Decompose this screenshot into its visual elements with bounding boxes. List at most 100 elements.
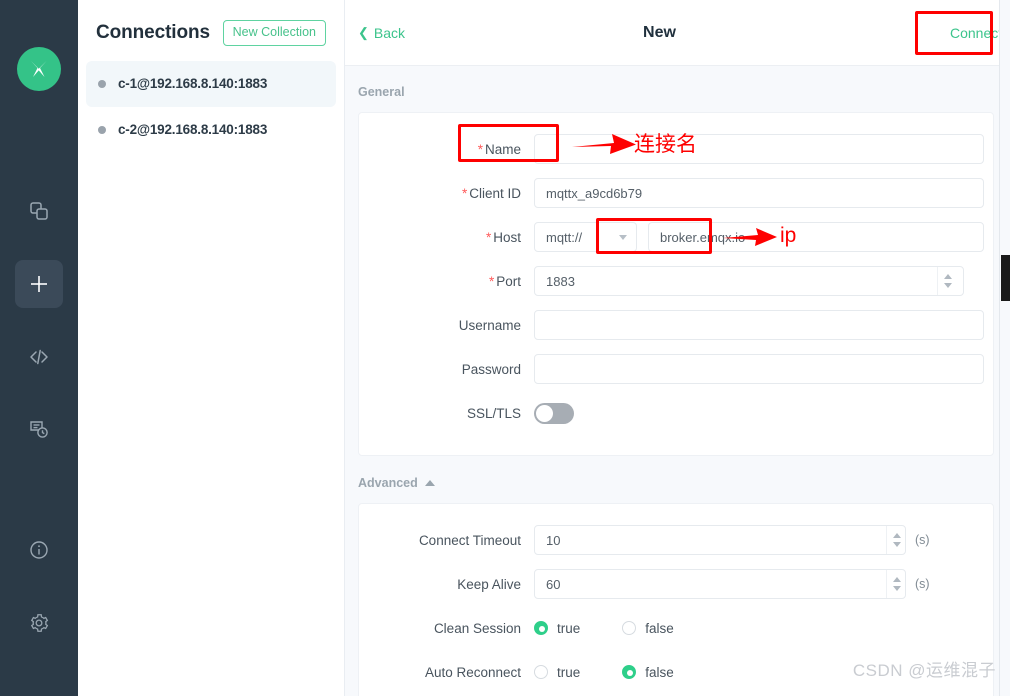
field-row-password: Password (359, 347, 993, 391)
port-stepper[interactable] (937, 267, 957, 295)
advanced-card: Connect Timeout (s) Keep Alive (358, 503, 994, 696)
sidebar-item-log[interactable] (15, 406, 63, 454)
annotation-arrow-name (572, 134, 636, 154)
ssl-tls-label: SSL/TLS (466, 405, 521, 421)
required-marker: * (485, 229, 492, 245)
mqttx-window: Connections New Collection c-1@192.168.8… (0, 0, 1010, 696)
host-protocol-value: mqtt:// (546, 229, 583, 245)
log-history-icon (28, 419, 50, 441)
gear-icon (28, 612, 50, 634)
chevron-left-icon: ❮ (358, 25, 369, 40)
clean-session-true-radio[interactable]: true (534, 621, 580, 636)
general-section-label: General (358, 85, 405, 99)
field-row-username: Username (359, 303, 993, 347)
keep-alive-unit: (s) (915, 577, 930, 591)
back-label: Back (373, 24, 406, 41)
connections-icon (28, 200, 50, 222)
chevron-down-icon (619, 234, 627, 240)
connect-timeout-label: Connect Timeout (418, 532, 521, 548)
main-panel: ❮ Back New Connect General * Name * Clie… (345, 0, 1010, 696)
field-row-client-id: * Client ID (359, 171, 993, 215)
general-card: * Name * Client ID mqttx_a9cd6b79 * Host… (358, 112, 994, 456)
advanced-section-label: Advanced (358, 476, 418, 490)
clean-session-radio-group: true false (534, 621, 716, 636)
list-item[interactable]: c-1@192.168.8.140:1883 (86, 60, 336, 107)
chevron-down-icon (943, 283, 952, 288)
host-label: * Host (485, 229, 521, 245)
field-row-ssl-tls: SSL/TLS (359, 391, 993, 435)
radio-dot-icon (534, 665, 548, 679)
connections-header: Connections New Collection (78, 0, 344, 46)
caret-up-icon (424, 480, 435, 486)
field-row-host: * Host mqtt:// (359, 215, 993, 259)
info-circle-icon (28, 539, 50, 561)
annotation-arrow-host (723, 228, 777, 246)
form-scroll-area: General * Name * Client ID mqttx_a9cd6b7… (345, 66, 1010, 696)
client-id-label: * Client ID (461, 185, 521, 201)
chevron-up-icon (892, 577, 901, 582)
sidebar-item-about[interactable] (15, 526, 63, 574)
chevron-up-icon (892, 533, 901, 538)
radio-label: true (557, 620, 581, 636)
host-protocol-select[interactable]: mqtt:// (534, 222, 637, 252)
sidebar-item-script[interactable] (15, 333, 63, 381)
username-input[interactable] (534, 310, 984, 340)
required-marker: * (461, 185, 468, 201)
plus-icon (27, 272, 51, 296)
keep-alive-input[interactable] (534, 569, 906, 599)
chevron-up-icon (943, 274, 952, 279)
connection-label: c-2@192.168.8.140:1883 (118, 122, 268, 137)
ssl-tls-toggle[interactable] (534, 402, 574, 424)
port-input[interactable] (534, 266, 964, 296)
code-brackets-icon (27, 345, 51, 369)
field-row-clean-session: Clean Session true false (359, 606, 993, 650)
keep-alive-stepper[interactable] (886, 570, 906, 598)
field-row-keep-alive: Keep Alive (s) (359, 562, 993, 606)
annotation-text-name: 连接名 (634, 133, 697, 156)
radio-label: false (645, 664, 674, 680)
name-label: * Name (477, 141, 521, 157)
list-item[interactable]: c-2@192.168.8.140:1883 (86, 107, 336, 153)
scrollbar-thumb[interactable] (1001, 255, 1010, 301)
mqttx-logo (17, 47, 61, 91)
radio-label: false (645, 620, 674, 636)
auto-reconnect-radio-group: true false (534, 665, 716, 680)
toggle-knob (536, 404, 553, 422)
connect-timeout-input[interactable] (534, 525, 906, 555)
sidebar-item-new-connection[interactable] (15, 260, 63, 308)
connect-timeout-stepper[interactable] (886, 526, 906, 554)
connect-button[interactable]: Connect (950, 25, 1002, 41)
auto-reconnect-label: Auto Reconnect (424, 664, 521, 680)
radio-dot-icon (622, 665, 637, 679)
client-id-input[interactable] (534, 178, 984, 208)
connect-timeout-unit: (s) (915, 533, 930, 547)
back-button[interactable]: ❮ Back (358, 25, 405, 41)
password-label: Password (461, 361, 521, 377)
annotation-text-host: ip (780, 224, 797, 247)
host-input[interactable] (648, 222, 984, 252)
connections-list: c-1@192.168.8.140:1883 c-2@192.168.8.140… (78, 60, 344, 153)
clean-session-false-radio[interactable]: false (622, 621, 674, 636)
field-row-port: * Port (359, 259, 993, 303)
field-row-connect-timeout: Connect Timeout (s) (359, 518, 993, 562)
vertical-scrollbar[interactable] (999, 0, 1010, 696)
auto-reconnect-false-radio[interactable]: false (622, 665, 674, 680)
port-label: * Port (488, 273, 521, 289)
auto-reconnect-true-radio[interactable]: true (534, 665, 580, 680)
required-marker: * (488, 273, 495, 289)
advanced-section-toggle[interactable]: Advanced (345, 456, 1010, 490)
left-nav-rail (0, 0, 78, 696)
status-dot-icon (98, 79, 106, 88)
sidebar-item-settings[interactable] (15, 599, 63, 647)
chevron-down-icon (892, 586, 901, 591)
radio-dot-icon (534, 621, 548, 635)
sidebar-item-connections[interactable] (15, 187, 63, 235)
password-input[interactable] (534, 354, 984, 384)
clean-session-label: Clean Session (433, 620, 521, 636)
username-label: Username (458, 317, 521, 333)
status-dot-icon (98, 125, 106, 134)
keep-alive-label: Keep Alive (457, 576, 521, 592)
radio-dot-icon (622, 621, 637, 635)
field-row-auto-reconnect: Auto Reconnect true false (359, 650, 993, 694)
new-collection-button[interactable]: New Collection (222, 20, 326, 46)
